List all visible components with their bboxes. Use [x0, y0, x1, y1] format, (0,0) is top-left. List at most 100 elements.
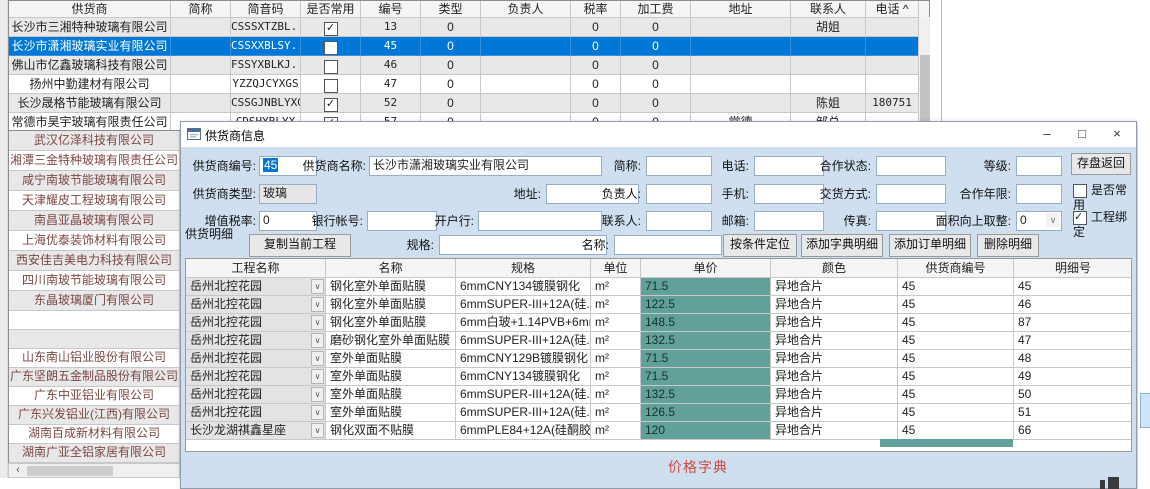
table-cell-owner[interactable] — [481, 56, 571, 75]
table-cell-owner[interactable] — [481, 75, 571, 94]
add-order-detail-button[interactable]: 添加订单明细 — [889, 234, 971, 257]
table-cell-owner[interactable] — [481, 94, 571, 113]
table-cell-addr[interactable] — [691, 37, 791, 56]
table-cell-abbr[interactable] — [171, 18, 231, 37]
cell-unit[interactable]: m² — [591, 332, 641, 350]
grid-row[interactable]: 长沙龙湖祺鑫星座∨钢化双面不贴膜6mmPLE84+12A(硅酮胶...m²120… — [186, 422, 1131, 440]
dialog-titlebar[interactable]: 供货商信息 – □ × — [181, 122, 1136, 147]
chevron-down-icon[interactable]: ∨ — [311, 297, 324, 312]
table-cell-no[interactable]: 52 — [361, 94, 421, 113]
close-button[interactable]: × — [1100, 122, 1134, 147]
cell-detail-no[interactable]: 47 — [1014, 332, 1132, 350]
supplier-row[interactable]: 扬州中勤建材有限公司YZZQJCYXGS47000 — [9, 75, 929, 94]
table-cell-phone[interactable] — [866, 37, 919, 56]
supplier-row[interactable]: 山东南山铝业股份有限公司 — [9, 349, 179, 368]
common-use-checkbox[interactable]: ✓ — [324, 98, 338, 112]
cell-detail-no[interactable]: 66 — [1014, 422, 1132, 440]
table-cell-contact[interactable]: 陈姐 — [791, 94, 866, 113]
table-cell-name[interactable]: 长沙市潇湘玻璃实业有限公司 — [9, 37, 171, 56]
supplier-row[interactable]: 湖南广亚全铝家居有限公司 — [9, 444, 179, 463]
cell-color[interactable]: 异地合片 — [771, 368, 898, 386]
cell-supplier-no[interactable]: 45 — [898, 350, 1014, 368]
minimize-button[interactable]: – — [1030, 122, 1064, 147]
cell-project[interactable]: 岳州北控花园∨ — [186, 296, 326, 314]
table-cell-tax[interactable]: 0 — [571, 18, 621, 37]
table-cell-addr[interactable] — [691, 56, 791, 75]
table-cell-no[interactable]: 46 — [361, 56, 421, 75]
locate-by-condition-button[interactable]: 按条件定位 — [723, 234, 797, 257]
table-cell-owner[interactable] — [481, 37, 571, 56]
scroll-left-arrow-icon[interactable]: ‹ — [11, 464, 25, 477]
table-cell-type[interactable]: 0 — [421, 37, 481, 56]
cell-unit[interactable]: m² — [591, 386, 641, 404]
cell-supplier-no[interactable]: 45 — [898, 278, 1014, 296]
table-cell-tax[interactable]: 0 — [571, 37, 621, 56]
common-use-checkbox[interactable]: ✓ — [324, 22, 338, 36]
chevron-down-icon[interactable]: ∨ — [311, 315, 324, 330]
cell-detail-no[interactable]: 45 — [1014, 278, 1132, 296]
supplier-row[interactable]: 西安佳吉美电力科技有限公司 — [9, 251, 179, 271]
cell-project[interactable]: 岳州北控花园∨ — [186, 278, 326, 296]
cell-spec[interactable]: 6mmSUPER-III+12A(硅... — [456, 332, 591, 350]
table-cell-common[interactable] — [301, 56, 361, 75]
cell-price[interactable]: 71.5 — [641, 278, 771, 296]
cell-unit[interactable]: m² — [591, 422, 641, 440]
cell-name[interactable]: 室外单面贴膜 — [326, 368, 456, 386]
cell-unit[interactable]: m² — [591, 278, 641, 296]
table-cell-addr[interactable] — [691, 94, 791, 113]
empty-row[interactable] — [9, 330, 179, 349]
table-cell-fee[interactable]: 0 — [621, 56, 691, 75]
table-cell-owner[interactable] — [481, 18, 571, 37]
column-header-abbr[interactable]: 简称 — [171, 1, 231, 18]
cell-detail-no[interactable]: 50 — [1014, 386, 1132, 404]
cell-color[interactable]: 异地合片 — [771, 386, 898, 404]
column-header-code[interactable]: 简音码 — [231, 1, 301, 18]
cell-spec[interactable]: 6mmCNY134镀膜钢化 — [456, 278, 591, 296]
table-cell-type[interactable]: 0 — [421, 75, 481, 94]
cell-spec[interactable]: 6mm白玻+1.14PVB+6mm... — [456, 314, 591, 332]
supplier-row[interactable]: 广东中亚铝业有限公司 — [9, 387, 179, 406]
table-cell-fee[interactable]: 0 — [621, 94, 691, 113]
cell-price[interactable]: 71.5 — [641, 368, 771, 386]
cell-price[interactable]: 126.5 — [641, 404, 771, 422]
chevron-down-icon[interactable]: ∨ — [311, 405, 324, 420]
grid-column-header[interactable]: 单价 — [641, 259, 771, 278]
supplier-table[interactable]: 供货商简称简音码是否常用编号类型负责人税率加工费地址联系人电话 ^长沙市三湘特种… — [8, 0, 930, 131]
table-cell-type[interactable]: 0 — [421, 94, 481, 113]
table-cell-abbr[interactable] — [171, 94, 231, 113]
table-cell-abbr[interactable] — [171, 37, 231, 56]
grid-column-header[interactable]: 规格 — [456, 259, 591, 278]
column-header-phone[interactable]: 电话 ^ — [866, 1, 919, 18]
grid-column-header[interactable]: 明细号 — [1014, 259, 1132, 278]
supplier-row[interactable]: 东晶玻璃厦门有限公司 — [9, 291, 179, 311]
cell-price[interactable]: 71.5 — [641, 350, 771, 368]
grid-column-header[interactable]: 名称 — [326, 259, 456, 278]
table-cell-fee[interactable]: 0 — [621, 18, 691, 37]
table-cell-tax[interactable]: 0 — [571, 75, 621, 94]
table-cell-contact[interactable] — [791, 37, 866, 56]
table-cell-name[interactable]: 常德市昊宇玻璃有限责任公司 — [9, 113, 171, 131]
grid-column-header[interactable]: 供货商编号 — [898, 259, 1014, 278]
table-cell-addr[interactable] — [691, 18, 791, 37]
table-cell-type[interactable]: 0 — [421, 56, 481, 75]
cell-color[interactable]: 异地合片 — [771, 350, 898, 368]
supplier-row[interactable]: 湖南百成新材料有限公司 — [9, 425, 179, 444]
supplier-row[interactable]: 武汉亿泽科技有限公司 — [9, 131, 179, 151]
table-cell-code[interactable]: CSSSXTZBL.. — [231, 18, 301, 37]
cell-spec[interactable]: 6mmSUPER-III+12A(硅... — [456, 404, 591, 422]
chevron-down-icon[interactable]: ∨ — [1046, 213, 1060, 227]
column-header-addr[interactable]: 地址 — [691, 1, 791, 18]
checkbox-icon[interactable] — [1073, 184, 1087, 198]
common-checkbox[interactable]: 是否常用 — [1073, 183, 1136, 213]
cell-spec[interactable]: 6mmCNY129B镀膜钢化 — [456, 350, 591, 368]
cell-supplier-no[interactable]: 45 — [898, 296, 1014, 314]
column-header-name[interactable]: 供货商 — [9, 1, 171, 18]
grid-row[interactable]: 岳州北控花园∨室外单面贴膜6mmSUPER-III+12A(硅...m²126.… — [186, 404, 1131, 422]
cell-color[interactable]: 异地合片 — [771, 332, 898, 350]
cell-supplier-no[interactable]: 45 — [898, 422, 1014, 440]
table-cell-code[interactable]: CSSGJNBLYXGS — [231, 94, 301, 113]
cell-project[interactable]: 长沙龙湖祺鑫星座∨ — [186, 422, 326, 440]
grid-row[interactable]: 岳州北控花园∨钢化室外单面贴膜6mm白玻+1.14PVB+6mm...m²148… — [186, 314, 1131, 332]
cell-name[interactable]: 室外单面贴膜 — [326, 350, 456, 368]
table-cell-tax[interactable]: 0 — [571, 56, 621, 75]
